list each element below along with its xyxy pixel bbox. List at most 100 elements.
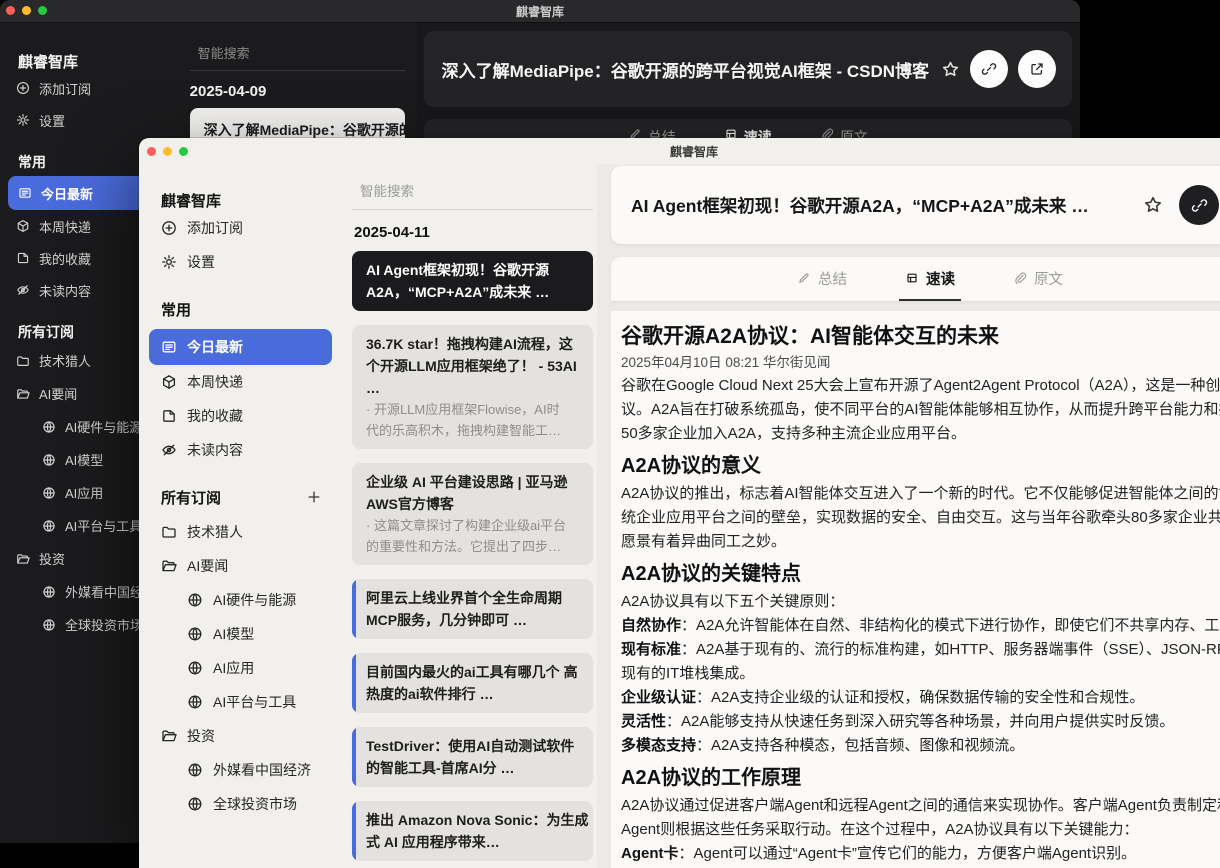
tab-summary[interactable]: 总结 [791,257,853,301]
save-icon [16,251,30,265]
reader-icon [905,271,919,285]
close-button[interactable] [147,147,156,156]
package-box-icon [161,374,177,390]
app-title: 麒睿智库 [161,190,340,211]
minimize-button[interactable] [22,6,31,15]
article-card[interactable]: 企业级 AI 平台建设思路 | 亚马逊 AWS官方博客 · 这篇文章探讨了构建企… [352,463,593,565]
sidebar-item-unread[interactable]: 未读内容 [161,433,340,467]
paperclip-icon [1013,271,1027,285]
globe-icon [187,626,203,642]
globe-icon [42,420,56,434]
article-card-selected[interactable]: AI Agent框架初现！谷歌开源 A2A，“MCP+A2A”成未来 … [352,251,593,311]
article-meta: 2025年04月10日 08:21 华尔街见闻 [621,354,1220,372]
article-heading: 谷歌开源A2A协议：AI智能体交互的未来 [621,323,1220,351]
link-icon [1191,197,1208,214]
star-icon[interactable] [1143,195,1163,215]
feed-item[interactable]: AI平台与工具 [161,685,340,719]
front-sidebar: 麒睿智库 添加订阅 设置 常用 今日最新 本周快递 我的收藏 [139,164,340,868]
star-icon[interactable] [941,60,960,79]
app-title: 麒睿智库 [18,51,172,72]
search-input[interactable]: 智能搜索 [360,180,593,200]
article-card-unread[interactable]: 推出 Amazon Nova Sonic：为生成 式 AI 应用程序带来… [352,801,593,861]
feed-group-invest[interactable]: 投资 [161,719,340,753]
front-article-list: 智能搜索 2025-04-11 AI Agent框架初现！谷歌开源 A2A，“M… [340,164,597,868]
pen-icon [797,271,811,285]
globe-icon [42,519,56,533]
globe-icon [42,486,56,500]
list-date: 2025-04-09 [190,83,405,100]
reader-header: AI Agent框架初现！谷歌开源A2A，“MCP+A2A”成未来 … [611,166,1220,244]
front-traffic-lights [147,147,188,156]
foreground-window: 麒睿智库 麒睿智库 添加订阅 设置 常用 今日最新 本周快递 [139,138,1220,868]
globe-icon [187,592,203,608]
package-box-icon [16,219,30,233]
sidebar-item-weekly[interactable]: 本周快递 [161,365,340,399]
feed-item[interactable]: 全球投资市场 [161,787,340,821]
search-input[interactable]: 智能搜索 [198,43,405,62]
feed-item[interactable]: AI应用 [161,651,340,685]
globe-icon [187,762,203,778]
sidebar-item-favorites[interactable]: 我的收藏 [161,399,340,433]
feed-group-ai-news[interactable]: AI要闻 [161,549,340,583]
globe-icon [187,660,203,676]
globe-icon [187,796,203,812]
tab-original[interactable]: 原文 [1007,257,1069,301]
feed-item[interactable]: AI硬件与能源 [161,583,340,617]
section-heading: A2A协议的意义 [621,454,1220,478]
gear-icon [161,254,177,270]
tab-quick-read[interactable]: 速读 [899,257,961,301]
minimize-button[interactable] [163,147,172,156]
article-card-unread[interactable]: 阿里云上线业界首个全生命周期 MCP服务，几分钟即可 … [352,579,593,639]
feed-group-tech[interactable]: 技术猎人 [161,515,340,549]
section-all-subscriptions: 所有订阅 [161,487,340,507]
globe-icon [187,694,203,710]
copy-link-button[interactable] [1179,185,1219,225]
reader-title: 深入了解MediaPipe：谷歌开源的跨平台视觉AI框架 - CSDN博客 [442,57,929,82]
eye-off-icon [16,283,30,297]
divider [352,209,593,210]
feed-item[interactable]: AI模型 [161,617,340,651]
copy-link-button[interactable] [970,50,1008,88]
window-title: 麒睿智库 [516,3,564,20]
close-button[interactable] [6,6,15,15]
link-icon [981,61,997,77]
article-card[interactable]: 36.7K star！拖拽构建AI流程，这 个开源LLM应用框架绝了！ - 53… [352,325,593,449]
save-icon [161,408,177,424]
globe-icon [42,453,56,467]
article-card-unread[interactable]: TestDriver：使用AI自动测试软件 的智能工具-首席AI分 … [352,727,593,787]
folder-icon [16,354,30,368]
zoom-button[interactable] [179,147,188,156]
section-common: 常用 [161,299,340,319]
open-external-button[interactable] [1018,50,1056,88]
folder-open-icon [16,387,30,401]
sidebar-item-settings[interactable]: 设置 [161,245,340,279]
plus-icon[interactable] [306,489,322,505]
section-heading: A2A协议的工作原理 [621,766,1220,790]
folder-open-icon [16,552,30,566]
sidebar-item-today[interactable]: 今日最新 [149,329,332,365]
folder-open-icon [161,728,177,744]
section-heading: A2A协议的关键特点 [621,562,1220,586]
external-link-icon [1029,61,1045,77]
sidebar-item-settings[interactable]: 设置 [16,104,172,136]
reader-title: AI Agent框架初现！谷歌开源A2A，“MCP+A2A”成未来 … [631,193,1129,218]
plus-circle-icon [161,220,177,236]
zoom-button[interactable] [38,6,47,15]
plus-circle-icon [16,81,30,95]
back-titlebar: 麒睿智库 [0,0,1080,23]
eye-off-icon [161,442,177,458]
globe-icon [42,618,56,632]
newspaper-icon [161,339,177,355]
globe-icon [42,585,56,599]
article-card-unread[interactable]: 目前国内最火的ai工具有哪几个 高 热度的ai软件排行 … [352,653,593,713]
folder-open-icon [161,558,177,574]
back-traffic-lights [6,6,47,15]
feed-item[interactable]: 外媒看中国经济 [161,753,340,787]
reader-header: 深入了解MediaPipe：谷歌开源的跨平台视觉AI框架 - CSDN博客 [424,31,1072,107]
sidebar-item-add-subscription[interactable]: 添加订阅 [161,211,340,245]
newspaper-icon [18,186,32,200]
reader-tabs: 总结 速读 原文 [611,257,1220,301]
divider [190,70,405,71]
sidebar-item-add-subscription[interactable]: 添加订阅 [16,72,172,104]
window-title: 麒睿智库 [670,143,718,160]
